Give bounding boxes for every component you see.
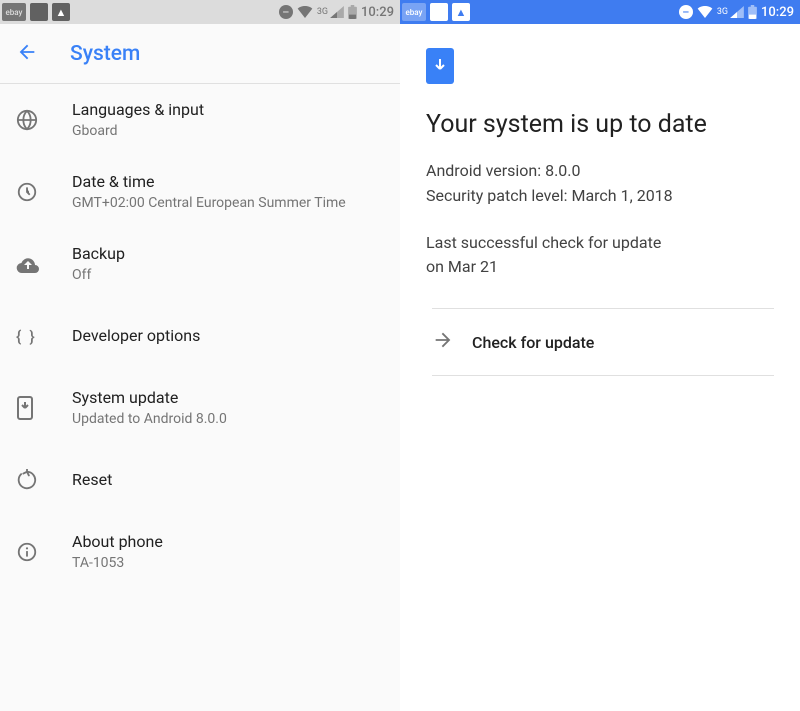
row-title: Date & time <box>72 171 384 193</box>
dnd-icon: – <box>279 5 293 19</box>
globe-icon <box>16 109 72 131</box>
app-notification-icon <box>430 3 448 21</box>
settings-screen: ebay ▲ – 3G 10:29 System Languages & inp… <box>0 0 400 711</box>
row-subtitle: Off <box>72 267 384 285</box>
clock: 10:29 <box>761 5 794 20</box>
row-about-phone[interactable]: About phone TA-1053 <box>0 516 400 588</box>
signal-icon <box>330 6 344 18</box>
arrow-right-icon <box>432 329 472 355</box>
row-subtitle: TA-1053 <box>72 555 384 573</box>
braces-icon: { } <box>16 327 72 346</box>
clock: 10:29 <box>361 5 394 20</box>
row-subtitle: GMT+02:00 Central European Summer Time <box>72 195 384 213</box>
row-system-update[interactable]: System update Updated to Android 8.0.0 <box>0 372 400 444</box>
battery-icon <box>748 5 757 19</box>
last-check-line-2: on Mar 21 <box>426 255 774 280</box>
row-title: Developer options <box>72 325 384 347</box>
row-languages-input[interactable]: Languages & input Gboard <box>0 84 400 156</box>
row-title: Reset <box>72 469 384 491</box>
ebay-notification-icon: ebay <box>402 3 426 21</box>
row-title: Backup <box>72 243 384 265</box>
battery-icon <box>348 5 357 19</box>
row-backup[interactable]: Backup Off <box>0 228 400 300</box>
row-title: System update <box>72 387 384 409</box>
android-version-line: Android version: 8.0.0 <box>426 159 774 184</box>
system-update-icon <box>16 396 72 420</box>
row-reset[interactable]: Reset <box>0 444 400 516</box>
security-patch-line: Security patch level: March 1, 2018 <box>426 184 774 209</box>
row-title: Languages & input <box>72 99 384 121</box>
wifi-icon <box>297 6 313 18</box>
page-title: System <box>70 42 140 66</box>
row-subtitle: Gboard <box>72 123 384 141</box>
row-developer-options[interactable]: { } Developer options <box>0 300 400 372</box>
check-for-update-label: Check for update <box>472 333 594 352</box>
dnd-icon: – <box>679 5 693 19</box>
header: System <box>0 24 400 84</box>
app-notification-icon <box>30 3 48 21</box>
ebay-notification-icon: ebay <box>2 3 26 21</box>
update-title: Your system is up to date <box>426 110 774 139</box>
update-screen: ebay ▲ – 3G 10:29 Your system is up to d… <box>400 0 800 711</box>
back-button[interactable] <box>16 41 38 67</box>
clock-icon <box>16 181 72 203</box>
system-update-hero-icon <box>426 48 454 84</box>
image-notification-icon: ▲ <box>452 3 470 21</box>
image-notification-icon: ▲ <box>52 3 70 21</box>
status-bar: ebay ▲ – 3G 10:29 <box>0 0 400 24</box>
network-label: 3G <box>317 7 328 17</box>
info-icon <box>16 541 72 563</box>
check-for-update-button[interactable]: Check for update <box>432 308 774 376</box>
row-subtitle: Updated to Android 8.0.0 <box>72 411 384 429</box>
signal-icon <box>730 6 744 18</box>
reset-icon <box>16 469 72 491</box>
wifi-icon <box>697 6 713 18</box>
row-title: About phone <box>72 531 384 553</box>
last-check-line-1: Last successful check for update <box>426 231 774 256</box>
row-date-time[interactable]: Date & time GMT+02:00 Central European S… <box>0 156 400 228</box>
status-bar: ebay ▲ – 3G 10:29 <box>400 0 800 24</box>
network-label: 3G <box>717 7 728 17</box>
cloud-upload-icon <box>16 253 72 275</box>
update-body: Your system is up to date Android versio… <box>400 24 800 711</box>
settings-list: Languages & input Gboard Date & time GMT… <box>0 84 400 711</box>
